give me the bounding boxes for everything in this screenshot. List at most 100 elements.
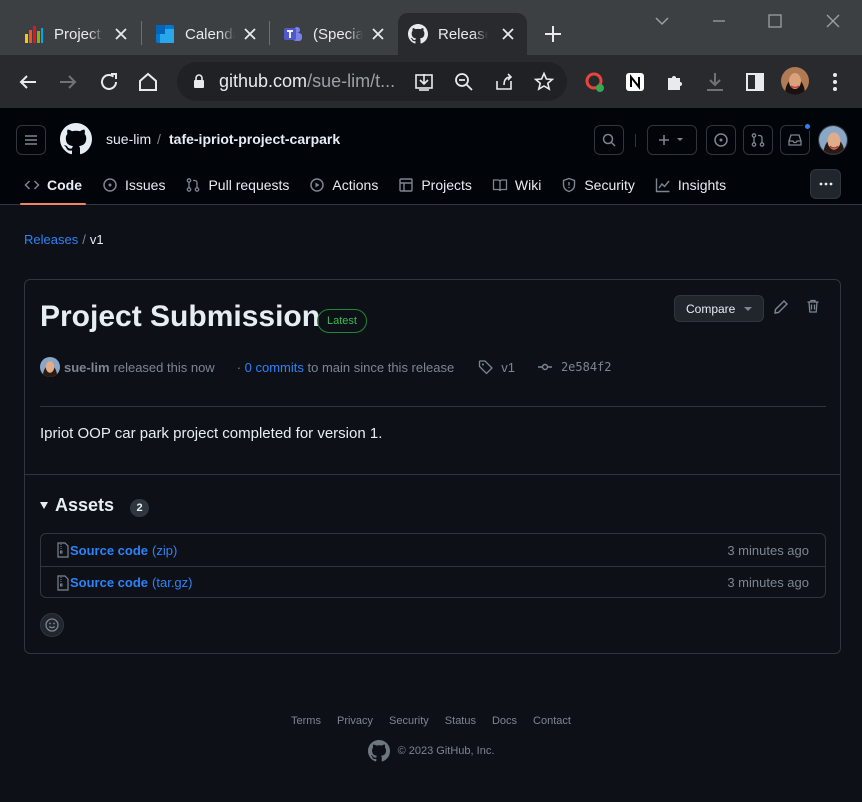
- breadcrumb-separator: /: [82, 232, 86, 247]
- repo-owner-link[interactable]: sue-lim: [106, 131, 151, 147]
- tab-title: Project: [54, 25, 101, 43]
- commit-sha-link[interactable]: 2e584f2: [561, 360, 612, 374]
- triangle-down-icon: [40, 502, 48, 509]
- asset-name[interactable]: Source code: [70, 543, 148, 558]
- download-icon[interactable]: [703, 70, 727, 94]
- pull-request-icon: [187, 178, 200, 192]
- table-icon: [399, 178, 414, 192]
- release-card: Project Submission Latest Compare sue-li…: [24, 279, 841, 654]
- add-reaction-button[interactable]: [40, 613, 64, 637]
- browser-tab-releases[interactable]: Releases: [398, 13, 527, 55]
- forward-arrow-icon[interactable]: [56, 70, 80, 94]
- tab-wiki[interactable]: Wiki: [482, 168, 551, 202]
- asset-time: 3 minutes ago: [727, 542, 809, 558]
- commit-icon: [537, 363, 552, 371]
- share-icon[interactable]: [493, 71, 515, 93]
- tab-label: Issues: [125, 177, 166, 193]
- tab-label: Wiki: [514, 177, 542, 193]
- asset-name[interactable]: Source code: [70, 575, 148, 590]
- user-avatar[interactable]: [818, 125, 848, 155]
- notion-icon[interactable]: [623, 70, 647, 94]
- tab-separator: [141, 21, 142, 45]
- released-text: released this now: [113, 359, 215, 375]
- minimize-icon[interactable]: [710, 12, 728, 30]
- tab-insights[interactable]: Insights: [645, 168, 736, 202]
- tab-issues[interactable]: Issues: [92, 168, 175, 202]
- side-panel-icon[interactable]: [743, 70, 767, 94]
- footer-link-status[interactable]: Status: [445, 715, 476, 727]
- asset-row[interactable]: Source code (tar.gz) 3 minutes ago: [41, 566, 825, 598]
- window-close-icon[interactable]: [824, 12, 842, 30]
- extension-record-icon[interactable]: [583, 70, 607, 94]
- close-icon[interactable]: [369, 25, 387, 43]
- tab-pull-requests[interactable]: Pull requests: [175, 168, 299, 202]
- footer-link-security[interactable]: Security: [389, 715, 429, 727]
- close-icon[interactable]: [112, 25, 130, 43]
- footer-link-docs[interactable]: Docs: [492, 715, 517, 727]
- bookmark-star-icon[interactable]: [533, 71, 555, 93]
- commits-suffix: to main since this release: [307, 359, 455, 375]
- profile-avatar[interactable]: [781, 67, 809, 95]
- browser-tab-project[interactable]: Project: [14, 13, 140, 55]
- close-icon[interactable]: [241, 25, 259, 43]
- hamburger-menu-button[interactable]: [16, 125, 46, 155]
- footer-link-privacy[interactable]: Privacy: [337, 715, 373, 727]
- inbox-icon: [788, 134, 802, 146]
- extensions-puzzle-icon[interactable]: [663, 70, 687, 94]
- pull-requests-button[interactable]: [743, 125, 773, 155]
- issues-button[interactable]: [706, 125, 736, 155]
- tab-actions[interactable]: Actions: [299, 168, 388, 202]
- tab-search-chevron-icon[interactable]: [653, 12, 671, 30]
- github-logo-icon[interactable]: [60, 123, 92, 155]
- book-icon: [492, 179, 508, 192]
- home-icon[interactable]: [136, 70, 160, 94]
- lock-icon[interactable]: [191, 73, 207, 89]
- repo-nav: Code Issues Pull requests Actions Projec…: [14, 168, 736, 205]
- release-title[interactable]: Project Submission: [40, 300, 320, 334]
- tab-security[interactable]: Security: [551, 168, 645, 202]
- bar-chart-favicon: [25, 26, 43, 43]
- back-arrow-icon[interactable]: [16, 70, 40, 94]
- asset-ext[interactable]: (zip): [152, 543, 177, 558]
- assets-count-badge: 2: [130, 499, 149, 517]
- release-meta: sue-lim released this now · 0 commits to…: [40, 357, 612, 377]
- author-link[interactable]: sue-lim: [64, 360, 110, 375]
- kebab-menu-icon[interactable]: [823, 70, 847, 94]
- avatar-image: [781, 67, 809, 95]
- compare-button[interactable]: Compare: [674, 295, 764, 322]
- author-avatar[interactable]: [40, 357, 60, 377]
- repo-name-link[interactable]: tafe-ipriot-project-carpark: [169, 131, 340, 147]
- kebab-horizontal-icon: [819, 182, 832, 186]
- install-app-icon[interactable]: [413, 71, 435, 93]
- search-button[interactable]: [594, 125, 624, 155]
- tab-code[interactable]: Code: [14, 168, 92, 205]
- tab-projects[interactable]: Projects: [388, 168, 482, 202]
- footer-links: Terms Privacy Security Status Docs Conta…: [0, 715, 862, 727]
- avatar-image: [819, 126, 847, 154]
- footer-link-contact[interactable]: Contact: [533, 715, 571, 727]
- create-new-button[interactable]: [647, 125, 697, 155]
- browser-tab-strip: Project Calendar (Special Releases: [0, 0, 862, 55]
- zoom-out-icon[interactable]: [453, 71, 475, 93]
- close-icon[interactable]: [499, 25, 517, 43]
- asset-ext[interactable]: (tar.gz): [152, 575, 192, 590]
- copyright-text: © 2023 GitHub, Inc.: [397, 745, 495, 757]
- pencil-icon[interactable]: [773, 299, 789, 315]
- github-mark-icon[interactable]: [367, 740, 390, 762]
- maximize-icon[interactable]: [766, 12, 784, 30]
- commits-link[interactable]: 0 commits: [245, 360, 304, 375]
- teams-favicon: [284, 27, 302, 41]
- address-bar[interactable]: github.com/sue-lim/t...: [177, 62, 567, 101]
- new-tab-plus-icon[interactable]: [541, 22, 565, 46]
- footer-link-terms[interactable]: Terms: [291, 715, 321, 727]
- trash-icon[interactable]: [805, 298, 821, 314]
- tab-title: (Special: [313, 25, 363, 43]
- browser-tab-calendar[interactable]: Calendar: [145, 13, 269, 55]
- assets-toggle[interactable]: Assets: [40, 495, 114, 516]
- breadcrumb-releases-link[interactable]: Releases: [24, 232, 78, 247]
- asset-row[interactable]: Source code (zip) 3 minutes ago: [41, 534, 825, 566]
- more-nav-button[interactable]: [810, 169, 841, 199]
- reload-icon[interactable]: [97, 70, 121, 94]
- browser-tab-teams[interactable]: (Special: [273, 13, 397, 55]
- tag-link[interactable]: v1: [501, 360, 515, 375]
